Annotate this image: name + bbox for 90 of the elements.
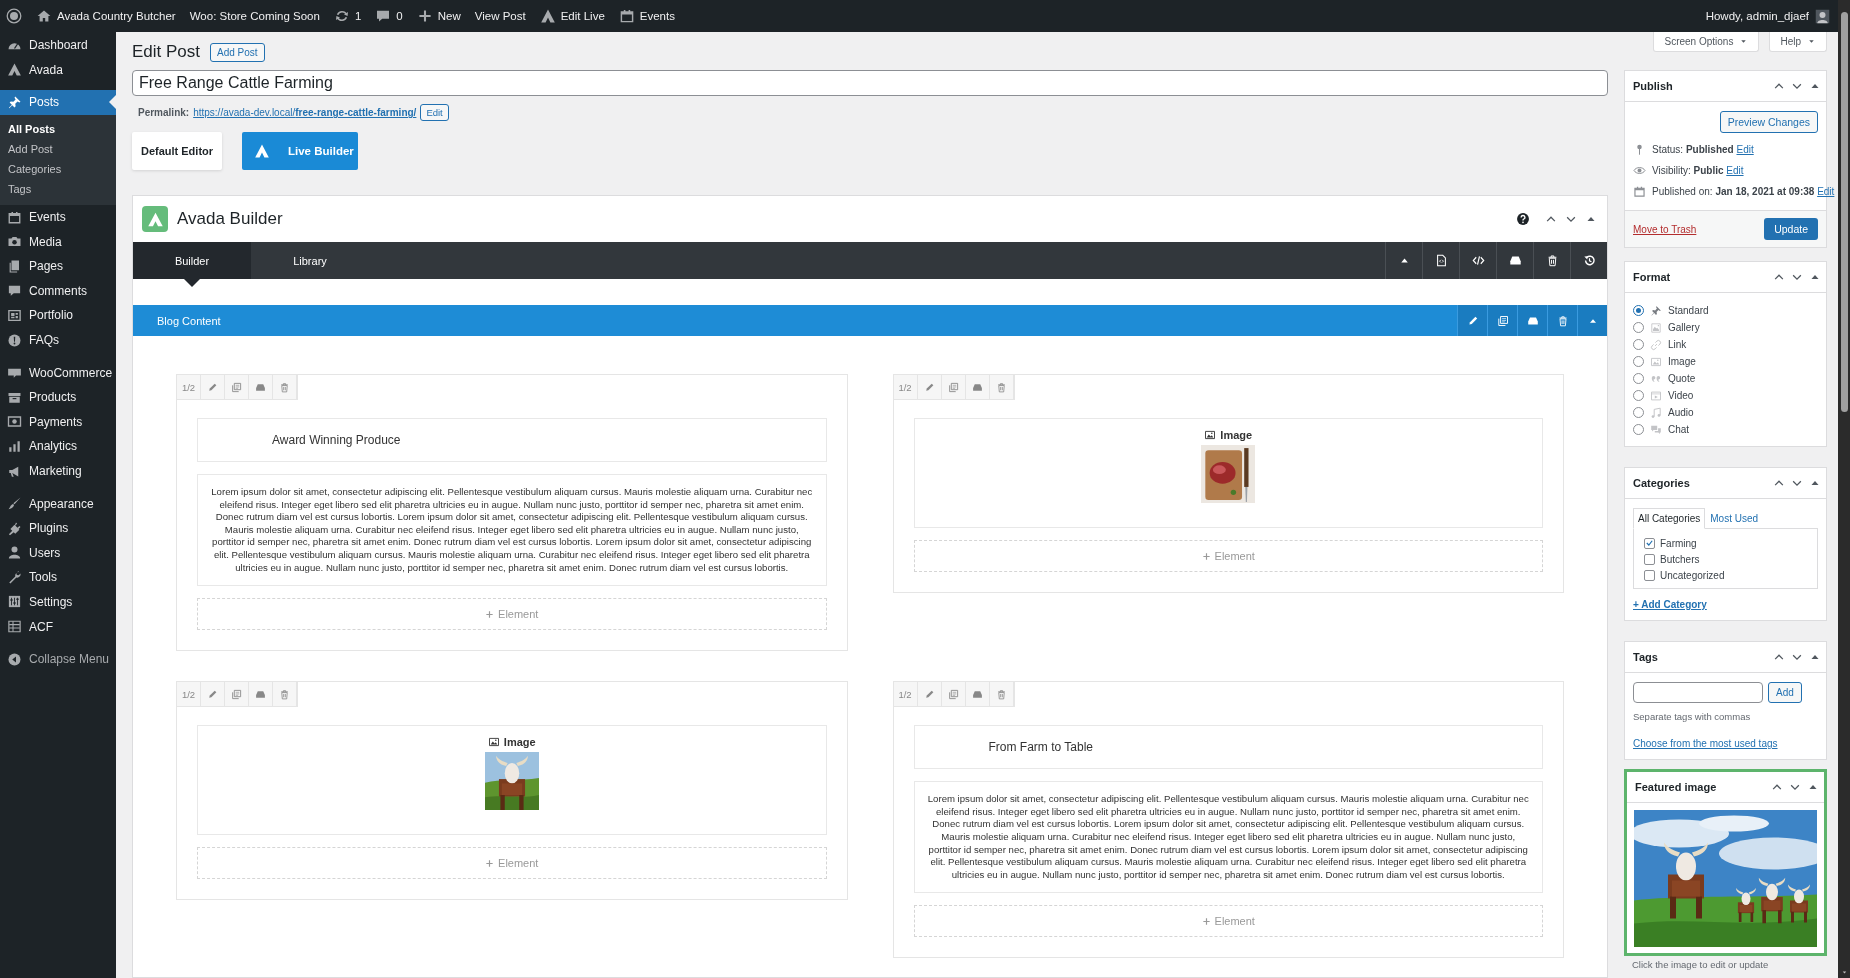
menu-item[interactable]: Portfolio <box>0 303 116 328</box>
panel-title: Tags <box>1633 651 1658 663</box>
menu-item[interactable]: FAQs <box>0 327 116 353</box>
format-label: Standard <box>1668 305 1709 316</box>
menu-item[interactable]: Pages <box>0 253 116 279</box>
tab[interactable]: Library <box>251 242 369 279</box>
image-element[interactable]: Image <box>197 725 827 836</box>
menu-item[interactable]: Plugins <box>0 515 116 541</box>
text-element[interactable]: Lorem ipsum dolor sit amet, consectetur adipiscing elit. Pellentesque vestibulum aliquam cursus. Mauris molestie aliquam urna. Curabitur nec eleifend risus. Integer eget libero sed elit pharetra ultricies eu in augue. Nullam nunc justo, porttitor id semper nec, pharetra sit amet enim. Donec rutrum diam vel est cursus lobortis. Lorem ipsum dolor sit amet, consectetur adipiscing elit. Pellentesque vestibulum aliquam cursus. Mauris molestie aliquam urna. Curabitur nec eleifend risus. Integer eget libero sed elit pharetra ultricies eu in augue. Nullam nunc justo, porttitor id semper nec, pharetra sit amet enim. Donec rutrum diam vel est cursus lobortis. Lorem ipsum dolor sit amet, consectetur adipiscing elit. Pellentesque vestibulum aliquam cursus. Mauris molestie aliquam urna. Curabitur nec eleifend risus. Integer eget libero sed elit pharetra ultricies eu in augue. Nullam nunc justo, porttitor id semper nec, pharetra sit amet enim. Donec rutrum diam vel est cursus lobortis. <box>197 474 827 587</box>
hint-text: Separate tags with commas <box>1633 711 1752 722</box>
submenu-item[interactable]: Categories <box>0 158 116 179</box>
menu-item[interactable]: Avada <box>0 57 116 83</box>
submenu-item[interactable]: Add Post <box>0 138 116 159</box>
menu-item[interactable]: Payments <box>0 409 116 435</box>
menu-item[interactable]: Media <box>0 229 116 254</box>
menu-item[interactable]: Users <box>0 540 116 566</box>
category-label: Butchers <box>1660 553 1700 565</box>
panel-title: Featured image <box>1635 781 1717 793</box>
default-editor-button[interactable]: Default Editor <box>132 132 222 170</box>
add-post-button[interactable]: Add Post <box>210 42 265 62</box>
panel-title: Format <box>1633 271 1671 283</box>
format-label: Chat <box>1668 424 1690 435</box>
screen-tab-button[interactable]: Help <box>1769 32 1827 52</box>
column-size-button[interactable]: 1/2 <box>177 682 201 707</box>
edit-link[interactable]: Edit <box>1726 165 1744 176</box>
publish-info: Published on: Jan 18, 2021 at 09:38 Edit <box>1652 186 1835 197</box>
toolbar-link[interactable]: View Post <box>474 10 526 22</box>
builder-title: Avada Builder <box>177 209 283 229</box>
category-label: Uncategorized <box>1660 569 1725 581</box>
panel-title: Categories <box>1633 477 1690 489</box>
hint-text: Click the image to edit or update <box>1631 959 1770 970</box>
menu-item[interactable]: Analytics <box>0 434 116 459</box>
permalink-link[interactable]: https://avada-dev.local/free-range-cattle-farming/ <box>193 107 417 118</box>
add-category-link[interactable]: + Add Category <box>1633 599 1707 610</box>
menu-item[interactable]: Settings <box>0 589 116 615</box>
edit-button[interactable]: Edit <box>420 104 449 121</box>
image-label: Image <box>487 736 536 749</box>
format-label: Audio <box>1668 407 1694 418</box>
image-label: Image <box>1204 429 1253 441</box>
menu-item[interactable]: Events <box>0 204 116 230</box>
menu-item[interactable]: WooCommerce <box>0 360 116 385</box>
publish-info: Visibility: Public Edit <box>1652 165 1744 176</box>
title-element[interactable]: From Farm to Table <box>913 725 1543 770</box>
menu-item[interactable]: Posts <box>0 90 116 115</box>
add-button[interactable]: Add <box>1768 682 1802 703</box>
most-used-tags-link[interactable]: Choose from the most used tags <box>1633 738 1778 749</box>
preview-button[interactable]: Preview Changes <box>1719 111 1818 133</box>
menu-item[interactable]: Appearance <box>0 491 116 516</box>
trash-link[interactable]: Move to Trash <box>1633 223 1697 235</box>
format-label: Video <box>1668 390 1694 401</box>
submenu-item[interactable]: Tags <box>0 178 116 199</box>
account-link[interactable]: Howdy, admin_djaef <box>1705 8 1830 24</box>
page-title: Edit Post <box>132 42 201 62</box>
submenu-item[interactable]: All Posts <box>0 118 116 139</box>
collapse-menu-button[interactable]: Collapse Menu <box>0 646 116 672</box>
toolbar-link[interactable]: Woo: Store Coming Soon <box>189 10 320 22</box>
tab[interactable]: Builder <box>133 242 251 279</box>
permalink-label: Permalink: <box>138 107 190 118</box>
column-size-button[interactable]: 1/2 <box>177 375 201 399</box>
panel-title: Publish <box>1633 80 1673 92</box>
tab[interactable]: All Categories <box>1633 508 1706 529</box>
tab[interactable]: Most Used <box>1705 508 1764 529</box>
format-label: Gallery <box>1668 322 1700 333</box>
site-name-link[interactable]: Avada Country Butcher <box>36 8 176 24</box>
container-title: Blog Content <box>156 314 221 327</box>
text-element[interactable]: Lorem ipsum dolor sit amet, consectetur adipiscing elit. Pellentesque vestibulum aliquam cursus. Mauris molestie aliquam urna. Curabitur nec eleifend risus. Integer eget libero sed elit pharetra ultricies eu in augue. Nullam nunc justo, porttitor id semper nec, pharetra sit amet enim. Donec rutrum diam vel est cursus lobortis. Lorem ipsum dolor sit amet, consectetur adipiscing elit. Pellentesque vestibulum aliquam cursus. Mauris molestie aliquam urna. Curabitur nec eleifend risus. Integer eget libero sed elit pharetra ultricies eu in augue. Nullam nunc justo, porttitor id semper nec, pharetra sit amet enim. Donec rutrum diam vel est cursus lobortis. Lorem ipsum dolor sit amet, consectetur adipiscing elit. Pellentesque vestibulum aliquam cursus. Mauris molestie aliquam urna. Curabitur nec eleifend risus. Integer eget libero sed elit pharetra ultricies eu in augue. Nullam nunc justo, porttitor id semper nec, pharetra sit amet enim. Donec rutrum diam vel est cursus lobortis. <box>913 781 1543 894</box>
updates-link[interactable]: 1 <box>333 8 362 24</box>
menu-item[interactable]: Marketing <box>0 458 116 484</box>
edit-link[interactable]: Edit <box>1817 186 1835 197</box>
publish-info: Status: Published Edit <box>1652 144 1754 155</box>
screen-tab-button[interactable]: Screen Options <box>1653 32 1760 52</box>
new-link[interactable]: New <box>416 8 461 24</box>
edit-live-link[interactable]: Edit Live <box>539 8 605 24</box>
update-button[interactable]: Update <box>1764 218 1818 240</box>
menu-item[interactable]: ACF <box>0 614 116 639</box>
image-element[interactable]: Image <box>913 418 1543 528</box>
format-label: Image <box>1668 356 1696 367</box>
menu-item[interactable]: Tools <box>0 565 116 590</box>
title-field[interactable]: Free Range Cattle Farming <box>132 70 1608 96</box>
menu-item[interactable]: Dashboard <box>0 33 116 58</box>
format-label: Quote <box>1668 373 1696 384</box>
menu-item[interactable]: Products <box>0 384 116 410</box>
edit-link[interactable]: Edit <box>1736 144 1754 155</box>
category-label: Farming <box>1660 537 1697 549</box>
format-label: Link <box>1668 339 1687 350</box>
events-link[interactable]: Events <box>618 8 675 24</box>
title-element[interactable]: Award Winning Produce <box>197 418 827 462</box>
menu-item[interactable]: Comments <box>0 278 116 304</box>
live-builder-button[interactable]: Live Builder <box>242 132 358 170</box>
comments-link[interactable]: 0 <box>375 8 403 24</box>
